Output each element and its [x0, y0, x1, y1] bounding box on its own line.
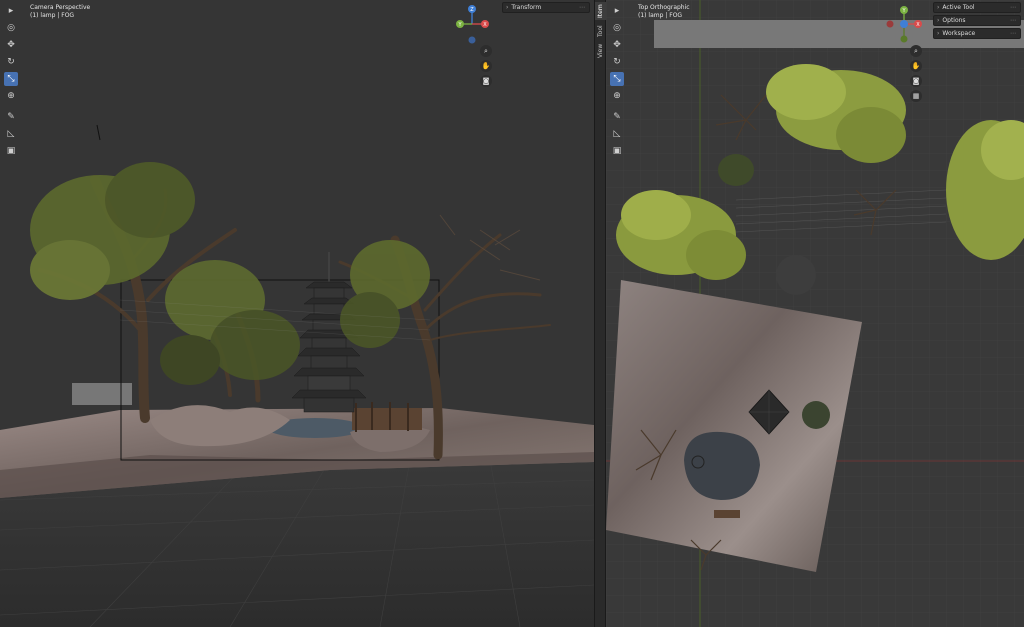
tab-item[interactable]: Item	[595, 2, 606, 20]
neg-x-axis-icon[interactable]	[886, 20, 894, 28]
drag-handle-icon[interactable]: ⋯	[1010, 29, 1016, 38]
scale-icon[interactable]: ⤡	[610, 72, 624, 86]
blender-app: Camera Perspective (1) lamp | FOG ▸ ◎ ✥ …	[0, 0, 1024, 627]
workspace-label: Workspace	[942, 30, 976, 37]
camera-perspective-viewport[interactable]: Camera Perspective (1) lamp | FOG ▸ ◎ ✥ …	[0, 0, 594, 627]
rotate-icon[interactable]: ↻	[4, 55, 18, 69]
sidebar-tabs: Item Tool View	[594, 0, 606, 627]
active-tool-label: Active Tool	[942, 4, 975, 11]
cursor-icon[interactable]: ◎	[4, 21, 18, 35]
drag-handle-icon[interactable]: ⋯	[1010, 3, 1016, 12]
viewport-subtitle: (1) lamp | FOG	[30, 12, 75, 19]
workspace-panel-header[interactable]: › Workspace ⋯	[933, 28, 1021, 39]
annotate-icon[interactable]: ✎	[4, 110, 18, 124]
transform-panel-header[interactable]: › Transform ⋯	[502, 2, 590, 13]
grid-view-icon[interactable]: ▦	[910, 90, 922, 102]
transform-icon[interactable]: ⊕	[610, 89, 624, 103]
tab-tool[interactable]: Tool	[595, 22, 606, 40]
pan-hand-icon[interactable]: ✋	[480, 60, 492, 72]
neg-z-axis-icon[interactable]	[468, 36, 476, 44]
move-icon[interactable]: ✥	[610, 38, 624, 52]
options-label: Options	[942, 17, 966, 24]
left-toolbar: ▸ ◎ ✥ ↻ ⤡ ⊕ ✎ ◺ ▣	[4, 4, 20, 161]
drag-handle-icon[interactable]: ⋯	[579, 3, 585, 12]
tab-view[interactable]: View	[595, 42, 606, 60]
navigation-gizmo[interactable]: Y X	[882, 4, 926, 48]
measure-icon[interactable]: ◺	[610, 127, 624, 141]
right-toolbar: ▸ ◎ ✥ ↻ ⤡ ⊕ ✎ ◺ ▣	[610, 4, 626, 161]
pan-hand-icon[interactable]: ✋	[910, 60, 922, 72]
transform-icon[interactable]: ⊕	[4, 89, 18, 103]
add-cube-icon[interactable]: ▣	[4, 144, 18, 158]
chevron-right-icon: ›	[506, 4, 509, 11]
options-panel-header[interactable]: › Options ⋯	[933, 15, 1021, 26]
navigation-gizmo[interactable]: Z X Y	[452, 2, 492, 46]
chevron-right-icon: ›	[937, 17, 940, 24]
select-box-icon[interactable]: ▸	[610, 4, 624, 18]
camera-view-icon[interactable]: ◙	[910, 75, 922, 87]
top-orthographic-viewport[interactable]: Top Orthographic (1) lamp | FOG ▸ ◎ ✥ ↻ …	[606, 0, 1024, 627]
annotate-icon[interactable]: ✎	[610, 110, 624, 124]
top-scene-render	[606, 0, 1024, 627]
neg-y-axis-icon[interactable]	[900, 35, 908, 43]
z-label: Z	[470, 7, 474, 13]
x-label: X	[916, 22, 920, 28]
viewport-title: Camera Perspective	[30, 4, 91, 11]
add-cube-icon[interactable]: ▣	[610, 144, 624, 158]
select-box-icon[interactable]: ▸	[4, 4, 18, 18]
drag-handle-icon[interactable]: ⋯	[1010, 16, 1016, 25]
chevron-right-icon: ›	[937, 30, 940, 37]
camera-view-icon[interactable]: ◙	[480, 75, 492, 87]
transform-panel-label: Transform	[511, 4, 542, 11]
measure-icon[interactable]: ◺	[4, 127, 18, 141]
move-icon[interactable]: ✥	[4, 38, 18, 52]
zoom-icon[interactable]: ⌕	[480, 45, 492, 57]
zoom-icon[interactable]: ⌕	[910, 45, 922, 57]
x-label: X	[483, 22, 487, 28]
active-tool-panel-header[interactable]: › Active Tool ⋯	[933, 2, 1021, 13]
rotate-icon[interactable]: ↻	[610, 55, 624, 69]
cursor-icon[interactable]: ◎	[610, 21, 624, 35]
camera-scene-render	[0, 124, 594, 627]
scale-icon[interactable]: ⤡	[4, 72, 18, 86]
chevron-right-icon: ›	[937, 4, 940, 11]
viewport-title: Top Orthographic	[638, 4, 690, 11]
z-axis-icon[interactable]	[900, 20, 908, 28]
viewport-subtitle: (1) lamp | FOG	[638, 12, 683, 19]
